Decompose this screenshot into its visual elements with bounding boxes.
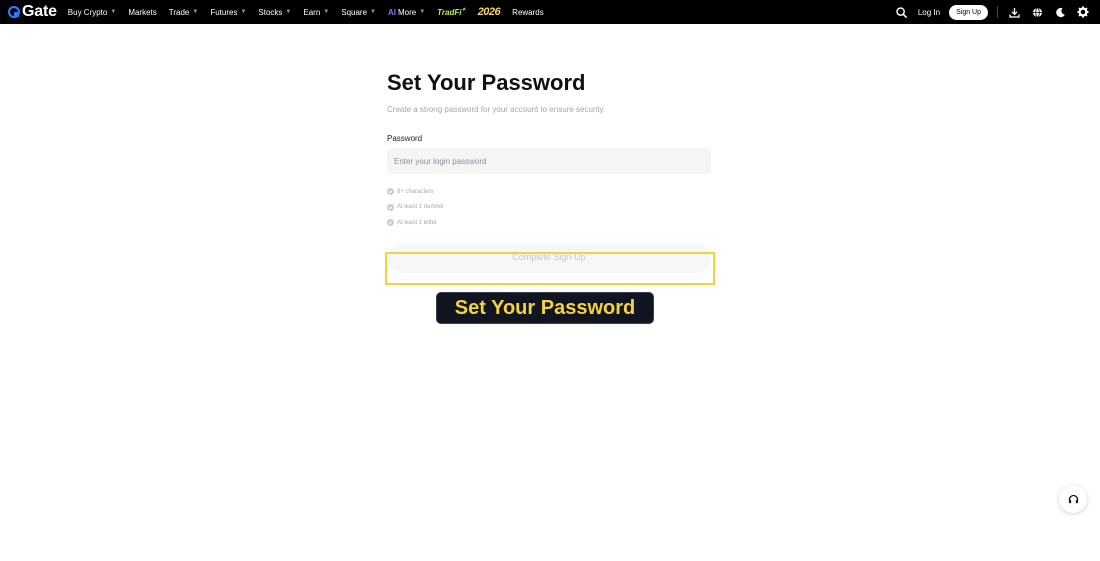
nav-trade[interactable]: Trade ▼ <box>169 8 199 17</box>
set-password-form: Set Your Password Create a strong passwo… <box>387 70 711 273</box>
nav-label: Trade <box>168 7 190 17</box>
chevron-down-icon: ▼ <box>240 9 247 15</box>
nav-more[interactable]: AI More ▼ <box>388 8 425 17</box>
nav-label: Stocks <box>258 7 283 17</box>
rule-item: At least 1 number <box>387 200 711 216</box>
support-chat-button[interactable] <box>1059 485 1087 513</box>
rule-item: 8+ characters <box>387 184 711 200</box>
login-link[interactable]: Log In <box>918 8 940 17</box>
nav-label: Rewards <box>512 7 544 17</box>
download-icon[interactable] <box>1007 5 1021 19</box>
chevron-down-icon: ▼ <box>370 9 376 15</box>
nav-label: Earn <box>303 7 321 17</box>
nav-label: More <box>397 7 417 17</box>
search-icon[interactable] <box>895 5 909 19</box>
globe-icon[interactable] <box>1030 5 1044 19</box>
password-input[interactable] <box>387 148 711 174</box>
top-navigation-bar: Gate Buy Crypto ▼ Markets Trade ▼ Futures ▼… <box>0 0 1100 24</box>
rule-text: At least 1 number <box>397 204 445 211</box>
nav-label: Square <box>341 7 368 17</box>
nav-buy-crypto[interactable]: Buy Crypto ▼ <box>68 8 117 17</box>
page-title: Set Your Password <box>387 70 586 95</box>
nav-square[interactable]: Square ▼ <box>341 8 376 17</box>
nav-stocks[interactable]: Stocks ▼ <box>258 8 291 17</box>
headset-icon <box>1068 494 1078 503</box>
nav-futures[interactable]: Futures ▼ <box>210 8 246 17</box>
ai-sparkle-icon: AI <box>387 7 396 17</box>
gate-logo[interactable]: Gate <box>8 3 57 21</box>
tradfi-label: TradFi <box>437 7 462 17</box>
password-rules: 8+ characters At least 1 number At least… <box>387 184 711 231</box>
tradfi-sparkle-icon: ✦ <box>461 7 466 14</box>
chevron-down-icon: ▼ <box>110 9 117 15</box>
check-circle-icon <box>387 188 394 196</box>
moon-icon[interactable] <box>1053 5 1067 19</box>
header-actions: Log In Sign Up <box>886 0 1090 24</box>
nav-tradfi[interactable]: TradFi ✦ <box>437 7 466 17</box>
logo-text: Gate <box>22 3 57 20</box>
year-2026-badge: 2026 <box>477 6 501 18</box>
highlight-box <box>385 252 715 285</box>
chevron-down-icon: ▼ <box>323 9 330 15</box>
gate-logo-icon <box>8 6 20 18</box>
signup-button[interactable]: Sign Up <box>949 4 988 20</box>
password-label: Password <box>387 134 423 143</box>
check-circle-icon <box>387 203 394 211</box>
gear-icon[interactable] <box>1076 5 1090 19</box>
page-subtitle: Create a strong password for your accoun… <box>387 105 606 114</box>
rule-item: At least 1 letter <box>387 215 711 231</box>
nav-label: Futures <box>210 7 238 17</box>
nav-earn[interactable]: Earn ▼ <box>303 8 329 17</box>
annotation-tooltip: Set Your Password <box>436 292 654 324</box>
check-circle-icon <box>387 219 394 227</box>
rule-text: At least 1 letter <box>397 219 438 226</box>
rule-text: 8+ characters <box>397 188 434 195</box>
main-nav: Buy Crypto ▼ Markets Trade ▼ Futures ▼ Stoc… <box>68 0 556 24</box>
nav-rewards[interactable]: Rewards <box>512 8 544 17</box>
nav-2026[interactable]: 2026 <box>477 6 501 18</box>
nav-markets[interactable]: Markets <box>128 8 156 17</box>
nav-label: Buy Crypto <box>67 7 108 17</box>
chevron-down-icon: ▼ <box>192 9 199 15</box>
nav-label: Markets <box>128 7 157 17</box>
header-divider <box>997 6 998 18</box>
chevron-down-icon: ▼ <box>419 9 426 15</box>
chevron-down-icon: ▼ <box>285 9 292 15</box>
